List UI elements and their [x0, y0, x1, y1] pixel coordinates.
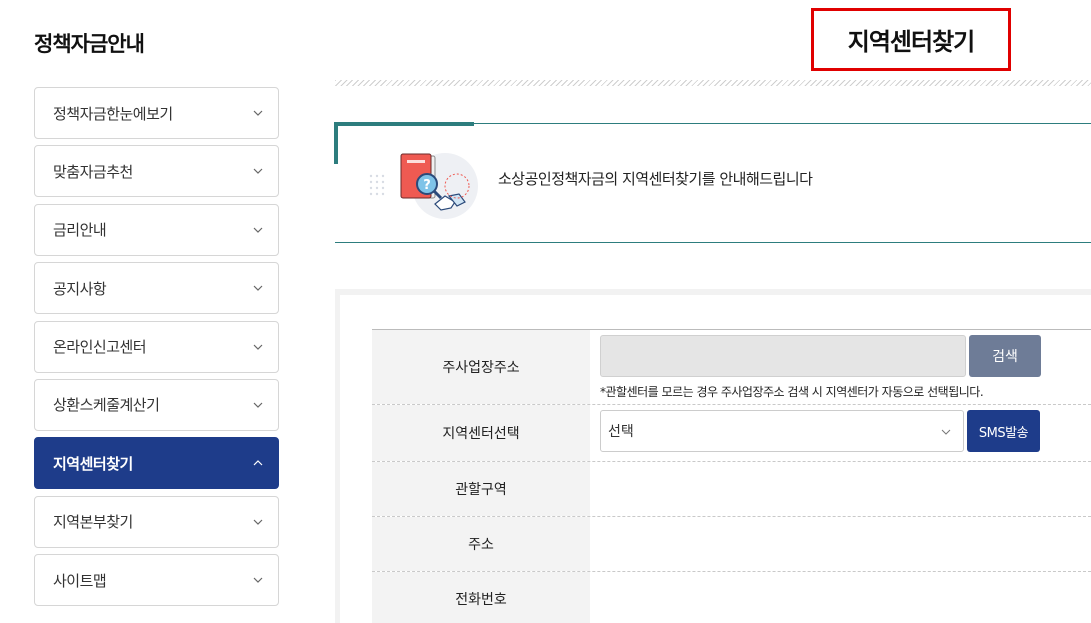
chevron-down-icon	[252, 224, 264, 236]
form-label-district: 관할구역	[372, 462, 590, 516]
sidebar-item-label: 지역본부찾기	[53, 513, 133, 532]
sidebar-item-label: 온라인신고센터	[53, 338, 147, 357]
form-row-center: 지역센터선택 선택 SMS발송	[372, 405, 1091, 462]
sidebar-item-label: 맞춤자금추천	[53, 162, 133, 181]
sidebar-item-online-report[interactable]: 온라인신고센터	[34, 320, 279, 373]
form-row-district: 관할구역	[372, 462, 1091, 517]
form-label-address: 주사업장주소	[372, 330, 590, 404]
book-search-handshake-icon: ?	[365, 146, 483, 224]
search-form-panel: 주사업장주소 검색 *관할센터를 모르는 경우 주사업장주소 검색 시 지역센터…	[335, 289, 1091, 623]
form-table: 주사업장주소 검색 *관할센터를 모르는 경우 주사업장주소 검색 시 지역센터…	[372, 329, 1091, 623]
sidebar-item-label: 금리안내	[53, 221, 107, 240]
form-value-district	[590, 462, 1091, 516]
page-title-highlight: 지역센터찾기	[811, 8, 1011, 71]
sidebar-item-policy-fund-overview[interactable]: 정책자금한눈에보기	[34, 87, 279, 139]
sidebar-title: 정책자금안내	[34, 32, 145, 56]
sidebar-item-custom-fund[interactable]: 맞춤자금추천	[34, 145, 279, 198]
chevron-down-icon	[252, 399, 264, 411]
business-address-input[interactable]	[600, 335, 966, 377]
banner-accent-vertical	[334, 122, 338, 164]
sidebar-item-label: 공지사항	[53, 279, 107, 298]
form-value-addr	[590, 517, 1091, 571]
sidebar-item-repayment-calculator[interactable]: 상환스케줄계산기	[34, 378, 279, 431]
sidebar-item-label: 상환스케줄계산기	[53, 396, 160, 415]
sidebar-item-label: 지역센터찾기	[53, 454, 133, 473]
sms-send-button[interactable]: SMS발송	[967, 410, 1040, 452]
banner-accent-line	[334, 122, 474, 126]
sidebar-menu: 정책자금한눈에보기 맞춤자금추천 금리안내 공지사항 온라인신고센터 상환스케줄…	[34, 87, 279, 613]
regional-center-select[interactable]: 선택	[600, 410, 964, 452]
form-label-phone: 전화번호	[372, 572, 590, 623]
sidebar-item-find-regional-center[interactable]: 지역센터찾기	[34, 437, 279, 490]
form-row-address: 주사업장주소 검색 *관할센터를 모르는 경우 주사업장주소 검색 시 지역센터…	[372, 330, 1091, 405]
form-row-phone: 전화번호	[372, 572, 1091, 623]
sidebar-item-sitemap[interactable]: 사이트맵	[34, 554, 279, 607]
form-row-addr: 주소	[372, 517, 1091, 572]
chevron-up-icon	[252, 457, 264, 469]
chevron-down-icon	[252, 574, 264, 586]
chevron-down-icon	[252, 282, 264, 294]
sidebar-item-label: 사이트맵	[53, 571, 107, 590]
hatched-divider	[335, 80, 1091, 86]
form-cell-address: 검색 *관할센터를 모르는 경우 주사업장주소 검색 시 지역센터가 자동으로 …	[590, 330, 1091, 404]
sidebar-item-find-regional-hq[interactable]: 지역본부찾기	[34, 495, 279, 548]
chevron-down-icon	[941, 423, 951, 439]
form-label-addr: 주소	[372, 517, 590, 571]
address-hint: *관할센터를 모르는 경우 주사업장주소 검색 시 지역센터가 자동으로 선택됩…	[600, 385, 984, 399]
svg-text:?: ?	[423, 178, 431, 193]
banner-text: 소상공인정책자금의 지역센터찾기를 안내해드립니다	[498, 170, 813, 188]
intro-banner: ? 소상공인정책자금의 지역센터찾기를 안내해드립니다	[334, 122, 1091, 243]
chevron-down-icon	[252, 107, 264, 119]
sidebar-item-interest-rate[interactable]: 금리안내	[34, 203, 279, 256]
form-label-center: 지역센터선택	[372, 405, 590, 461]
select-value: 선택	[608, 424, 634, 440]
form-value-phone	[590, 572, 1091, 623]
sidebar-item-label: 정책자금한눈에보기	[53, 104, 173, 123]
address-search-button[interactable]: 검색	[969, 335, 1041, 377]
chevron-down-icon	[252, 165, 264, 177]
form-cell-center: 선택 SMS발송	[590, 405, 1091, 461]
sidebar-item-notice[interactable]: 공지사항	[34, 262, 279, 315]
search-form-inner: 주사업장주소 검색 *관할센터를 모르는 경우 주사업장주소 검색 시 지역센터…	[340, 295, 1091, 623]
chevron-down-icon	[252, 341, 264, 353]
page-title: 지역센터찾기	[847, 28, 975, 56]
chevron-down-icon	[252, 516, 264, 528]
